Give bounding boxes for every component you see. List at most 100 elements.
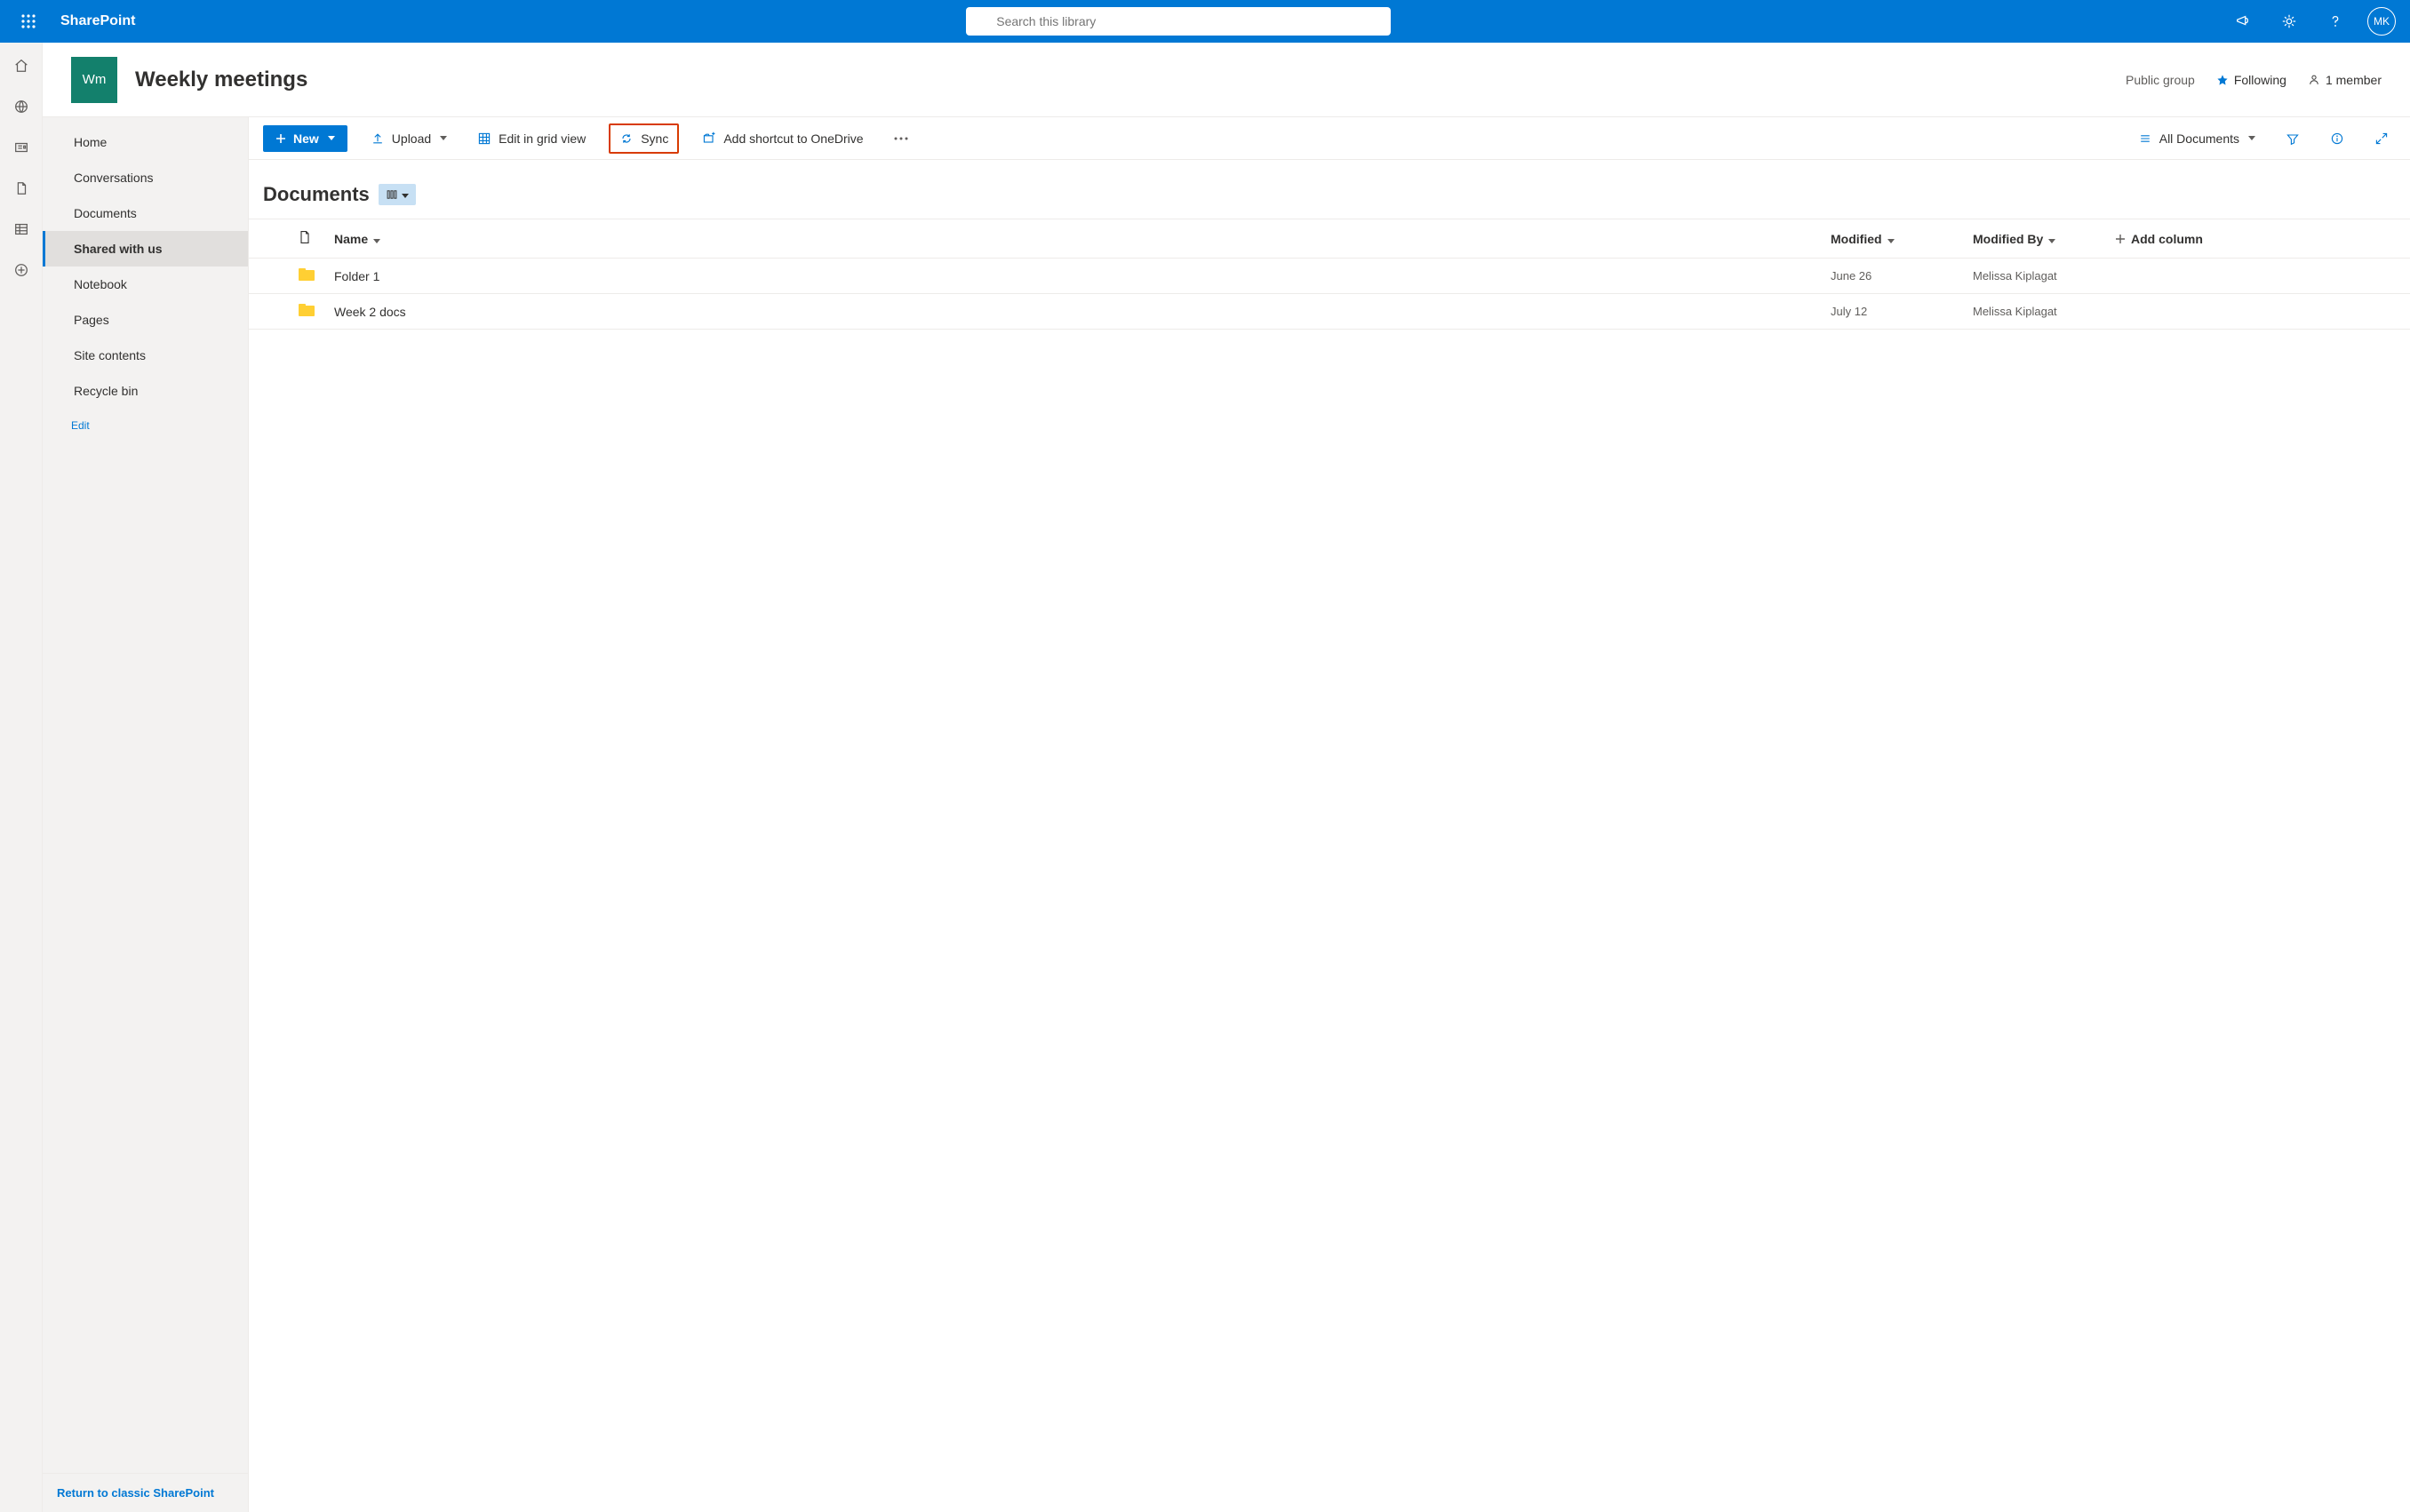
rail-news[interactable] (12, 139, 30, 156)
nav-documents[interactable]: Documents (43, 195, 248, 231)
rail-files[interactable] (12, 179, 30, 197)
content-area: Wm Weekly meetings Public group Followin… (43, 43, 2410, 1512)
edit-grid-label: Edit in grid view (499, 131, 586, 146)
library-title: Documents (263, 183, 370, 206)
row-modified: June 26 (1823, 259, 1966, 294)
col-add-column[interactable]: Add column (2108, 219, 2410, 259)
col-type[interactable] (291, 219, 331, 259)
library-heading: Documents (249, 160, 2410, 219)
folder-icon (299, 268, 315, 281)
settings-button[interactable] (2268, 0, 2310, 43)
new-button[interactable]: New (263, 125, 347, 152)
chevron-down-icon (440, 133, 447, 143)
nav-shared-with-us[interactable]: Shared with us (43, 231, 248, 267)
sync-label: Sync (641, 131, 668, 146)
help-button[interactable] (2314, 0, 2357, 43)
col-modified-by-label: Modified By (1973, 232, 2043, 246)
rail-home[interactable] (12, 57, 30, 75)
chevron-down-icon (1887, 232, 1895, 246)
view-switcher[interactable]: All Documents (2131, 126, 2262, 151)
library-pane: New Upload Edit in gri (249, 117, 2410, 1512)
nav-site-contents[interactable]: Site contents (43, 338, 248, 373)
waffle-icon (21, 14, 36, 28)
upload-button[interactable]: Upload (363, 126, 454, 151)
info-icon (2330, 131, 2344, 146)
rail-create[interactable] (12, 261, 30, 279)
onedrive-shortcut-icon (702, 131, 716, 146)
members-button[interactable]: 1 member (2308, 73, 2382, 87)
chevron-down-icon (373, 232, 380, 246)
nav-recycle-bin[interactable]: Recycle bin (43, 373, 248, 409)
sync-button[interactable]: Sync (609, 123, 679, 154)
col-modified-by[interactable]: Modified By (1966, 219, 2108, 259)
col-name[interactable]: Name (331, 219, 1823, 259)
overflow-button[interactable] (887, 131, 915, 146)
row-name[interactable]: Folder 1 (331, 259, 1823, 294)
table-row[interactable]: Folder 1 June 26 Melissa Kiplagat (249, 259, 2410, 294)
rail-lists[interactable] (12, 220, 30, 238)
add-shortcut-button[interactable]: Add shortcut to OneDrive (695, 126, 870, 151)
col-name-label: Name (334, 232, 368, 246)
nav-pages[interactable]: Pages (43, 302, 248, 338)
follow-button[interactable]: Following (2216, 73, 2286, 87)
chevron-down-icon (402, 187, 409, 203)
plus-circle-icon (13, 262, 29, 278)
list-icon (13, 221, 29, 237)
col-select[interactable] (249, 219, 291, 259)
expand-button[interactable] (2367, 124, 2396, 153)
document-table: Name Modified Modified By (249, 219, 2410, 330)
nav-home[interactable]: Home (43, 124, 248, 160)
avatar: MK (2367, 7, 2396, 36)
file-icon (13, 180, 29, 196)
search-input[interactable] (996, 14, 1382, 28)
app-name[interactable]: SharePoint (60, 13, 135, 29)
new-label: New (293, 131, 319, 146)
grid-icon (477, 131, 491, 146)
star-icon (2216, 74, 2229, 86)
expand-icon (2374, 131, 2389, 146)
command-bar: New Upload Edit in gri (249, 117, 2410, 160)
site-meta: Public group Following 1 member (2126, 73, 2382, 87)
row-modified-by: Melissa Kiplagat (1966, 259, 2108, 294)
help-icon (2327, 13, 2343, 29)
nav-conversations[interactable]: Conversations (43, 160, 248, 195)
site-logo[interactable]: Wm (71, 57, 117, 103)
nav-notebook[interactable]: Notebook (43, 267, 248, 302)
row-modified-by: Melissa Kiplagat (1966, 294, 2108, 330)
plus-icon (2115, 234, 2126, 244)
command-bar-right: All Documents (2131, 124, 2396, 153)
filter-button[interactable] (2278, 124, 2307, 153)
edit-grid-button[interactable]: Edit in grid view (470, 126, 593, 151)
search-box[interactable] (966, 7, 1391, 36)
col-modified[interactable]: Modified (1823, 219, 1966, 259)
table-header-row: Name Modified Modified By (249, 219, 2410, 259)
chevron-down-icon (2248, 133, 2255, 143)
columns-icon (386, 188, 398, 201)
suite-bar: SharePoint M (0, 0, 2410, 43)
suite-right: MK (2222, 0, 2403, 43)
under-header: Home Conversations Documents Shared with… (43, 117, 2410, 1512)
row-name[interactable]: Week 2 docs (331, 294, 1823, 330)
gear-icon (2281, 13, 2297, 29)
site-title[interactable]: Weekly meetings (135, 68, 307, 92)
site-header: Wm Weekly meetings Public group Followin… (43, 43, 2410, 117)
rail-global[interactable] (12, 98, 30, 115)
view-pill[interactable] (379, 184, 416, 205)
chevron-down-icon (2048, 232, 2055, 246)
chevron-down-icon (328, 133, 335, 143)
info-button[interactable] (2323, 124, 2351, 153)
ellipsis-icon (894, 137, 908, 140)
folder-icon (299, 304, 315, 316)
col-add-label: Add column (2131, 232, 2203, 246)
classic-sharepoint-link[interactable]: Return to classic SharePoint (43, 1473, 248, 1512)
nav-edit-link[interactable]: Edit (43, 409, 248, 442)
megaphone-icon (2235, 13, 2251, 29)
table-row[interactable]: Week 2 docs July 12 Melissa Kiplagat (249, 294, 2410, 330)
search-icon (975, 14, 989, 28)
upload-icon (371, 131, 385, 146)
account-button[interactable]: MK (2360, 0, 2403, 43)
megaphone-button[interactable] (2222, 0, 2264, 43)
news-icon (13, 139, 29, 155)
app-launcher-button[interactable] (7, 0, 50, 43)
app-rail (0, 43, 43, 1512)
